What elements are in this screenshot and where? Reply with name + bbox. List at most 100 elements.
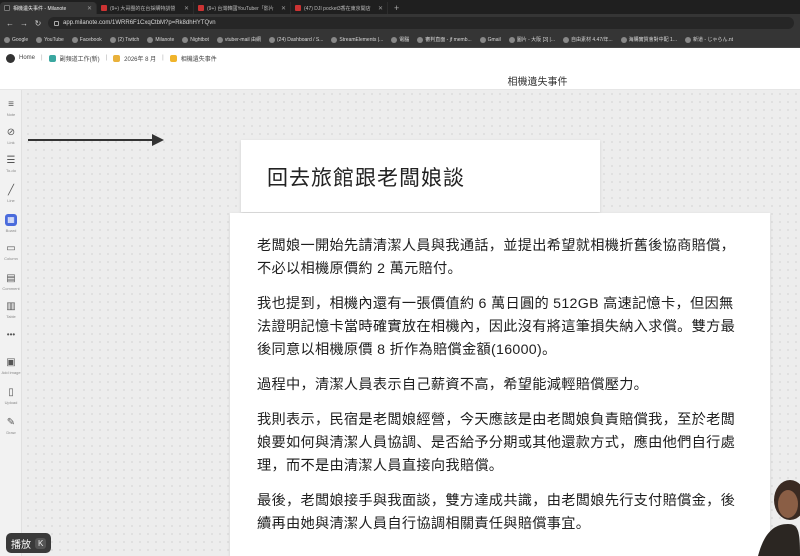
browser-tab-bar: 相機遺失事件 - Milanote ✕ (9+) 大哥團的在台採購特訓營 ✕ (…: [0, 0, 800, 14]
breadcrumb-separator: |: [162, 55, 164, 61]
bookmark-item[interactable]: 電腦: [391, 36, 409, 43]
board-icon: ▦: [5, 214, 17, 226]
bookmark-favicon-icon: [479, 36, 486, 43]
bookmark-item[interactable]: Nightbot: [182, 36, 209, 43]
url-text: app.milanote.com/1WRR6F1CxqCtbM?p=Rk8dhH…: [63, 20, 216, 26]
more-tools-button[interactable]: •••: [0, 330, 22, 339]
bookmark-item[interactable]: vtuber-mail 由網: [216, 36, 261, 43]
note-paragraph: 過程中，清潔人員表示自己薪資不高，希望能減輕賠償壓力。: [257, 377, 649, 393]
bookmark-item[interactable]: (2) Twitch: [109, 36, 140, 43]
bookmark-item[interactable]: (24) Dashboard / S...: [269, 36, 323, 43]
bookmark-favicon-icon: [391, 36, 398, 43]
bookmark-favicon-icon: [417, 36, 424, 43]
tool-label: Note: [6, 112, 16, 117]
bookmark-favicon-icon: [216, 36, 223, 43]
browser-tab[interactable]: (9+) 台灣韓國YouTuber「影片 ✕: [194, 2, 291, 14]
shortcut-key: K: [35, 537, 47, 549]
bookmark-label: (2) Twitch: [117, 36, 140, 43]
bookmark-label: Google: [12, 36, 29, 43]
bookmark-favicon-icon: [36, 36, 43, 43]
checklist-icon: ☰: [6, 155, 16, 166]
card-heading: 回去旅館跟老闆娘談: [267, 167, 465, 190]
tool-sidebar: ≡ Note ⊘ Link ☰ To-do ╱ Line ▦ Board ▭ Column …: [0, 90, 22, 556]
note-card[interactable]: 老闆娘一開始先請清潔人員與我通話，並提出希望就相機折舊後協商賠償，不必以相機原價…: [230, 213, 770, 556]
forward-icon[interactable]: →: [20, 19, 28, 28]
bookmark-item[interactable]: StreamElements |...: [331, 36, 384, 43]
tool-board[interactable]: ▦ Board: [0, 214, 22, 233]
column-icon: ▭: [6, 243, 16, 254]
tool-draw[interactable]: ✎ Draw: [0, 417, 22, 436]
tool-link[interactable]: ⊘ Link: [0, 128, 22, 146]
play-label: 播放: [11, 539, 31, 551]
board-title: 相機遺失事件: [507, 77, 568, 88]
breadcrumb-item[interactable]: 副頻道工作(新): [48, 54, 100, 63]
bookmark-favicon-icon: [620, 36, 627, 43]
back-icon[interactable]: ←: [6, 19, 14, 28]
close-tab-icon[interactable]: ✕: [281, 5, 286, 12]
tool-upload[interactable]: ▯ Upload: [0, 387, 22, 406]
tab-title: (47) DJI pocket3香在東京開店: [304, 5, 371, 12]
breadcrumb-label: 相機遺失事件: [180, 56, 217, 63]
bookmark-item[interactable]: 審判直面 - jf memb...: [417, 36, 472, 43]
tool-label: To-do: [5, 168, 16, 173]
bookmarks-bar: Google YouTube Facebook (2) Twitch Milanote N…: [0, 32, 800, 48]
bookmark-label: 電腦: [399, 37, 410, 43]
browser-tab[interactable]: (9+) 大哥團的在台採購特訓營 ✕: [97, 2, 194, 14]
close-tab-icon[interactable]: ✕: [184, 5, 189, 12]
tool-column[interactable]: ▭ Column: [0, 243, 22, 262]
bookmark-label: StreamElements |...: [339, 36, 384, 43]
youtube-favicon-icon: [198, 5, 204, 11]
connector-arrow[interactable]: [28, 130, 168, 150]
breadcrumb-item[interactable]: 2026年 8 月: [113, 54, 156, 63]
close-tab-icon[interactable]: ✕: [378, 5, 383, 12]
bookmark-item[interactable]: Facebook: [71, 36, 102, 43]
bookmark-item[interactable]: YouTube: [36, 36, 64, 43]
new-tab-button[interactable]: +: [388, 2, 405, 14]
close-tab-icon[interactable]: ✕: [87, 5, 92, 12]
bookmark-favicon-icon: [109, 36, 116, 43]
url-field[interactable]: app.milanote.com/1WRR6F1CxqCtbM?p=Rk8dhH…: [48, 17, 794, 29]
bookmark-item[interactable]: 自由素材 4.47/年...: [562, 36, 613, 43]
bookmark-favicon-icon: [4, 36, 10, 43]
bookmark-label: Facebook: [79, 36, 102, 43]
home-link[interactable]: Home: [6, 53, 35, 63]
pen-icon: ✎: [6, 417, 16, 428]
note-paragraph: 我也提到，相機內還有一張價值約 6 萬日圓的 512GB 高速記憶卡，但因無法證…: [257, 296, 736, 358]
tool-label: Draw: [6, 430, 16, 435]
tool-table[interactable]: ▥ Table: [0, 301, 22, 320]
tab-title: (9+) 台灣韓國YouTuber「影片: [207, 5, 274, 12]
upload-icon: ▯: [8, 387, 14, 398]
tool-label: Add image: [1, 370, 21, 375]
tool-label: Comment: [2, 286, 20, 291]
tool-add-image[interactable]: ▣ Add image: [0, 357, 22, 376]
bookmark-item[interactable]: Gmail: [479, 36, 501, 43]
bookmark-label: 新道 - じゃらん.nt: [693, 37, 734, 43]
tool-line[interactable]: ╱ Line: [0, 186, 22, 204]
image-icon: ▣: [6, 357, 16, 368]
bookmark-item[interactable]: Milanote: [147, 36, 174, 43]
browser-tab[interactable]: (47) DJI pocket3香在東京開店 ✕: [291, 2, 388, 14]
note-paragraph: 最後，老闆娘接手與我面談，雙方達成共識，由老闆娘先行支付賠償金，後續再由她與清潔…: [257, 493, 736, 532]
bookmark-label: 自由素材 4.47/年...: [570, 37, 613, 43]
board-icon: [169, 54, 177, 62]
tool-comment[interactable]: ▤ Comment: [0, 274, 22, 292]
site-info-icon[interactable]: [54, 20, 59, 26]
tool-todo[interactable]: ☰ To-do: [0, 155, 22, 174]
heading-card[interactable]: 回去旅館跟老闆娘談: [241, 140, 600, 212]
bookmark-item[interactable]: 海購實質會對中配 1...: [620, 36, 677, 43]
milanote-favicon-icon: [4, 5, 10, 11]
bookmark-favicon-icon: [562, 36, 569, 43]
browser-tab[interactable]: 相機遺失事件 - Milanote ✕: [0, 2, 97, 14]
breadcrumb-label: 副頻道工作(新): [59, 56, 100, 63]
breadcrumb-item[interactable]: 相機遺失事件: [169, 54, 217, 63]
youtube-favicon-icon: [295, 5, 301, 11]
bookmark-favicon-icon: [685, 36, 692, 43]
tool-note[interactable]: ≡ Note: [0, 99, 22, 118]
play-button[interactable]: 播放 K: [6, 533, 52, 553]
bookmark-item[interactable]: 新道 - じゃらん.nt: [685, 36, 733, 43]
bookmark-item[interactable]: Google: [4, 36, 29, 43]
table-icon: ▥: [6, 301, 16, 312]
reload-icon[interactable]: ↻: [34, 19, 42, 28]
bookmark-item[interactable]: 圖片 - 大阪 [3] |...: [508, 36, 555, 43]
note-icon: ≡: [8, 99, 14, 110]
